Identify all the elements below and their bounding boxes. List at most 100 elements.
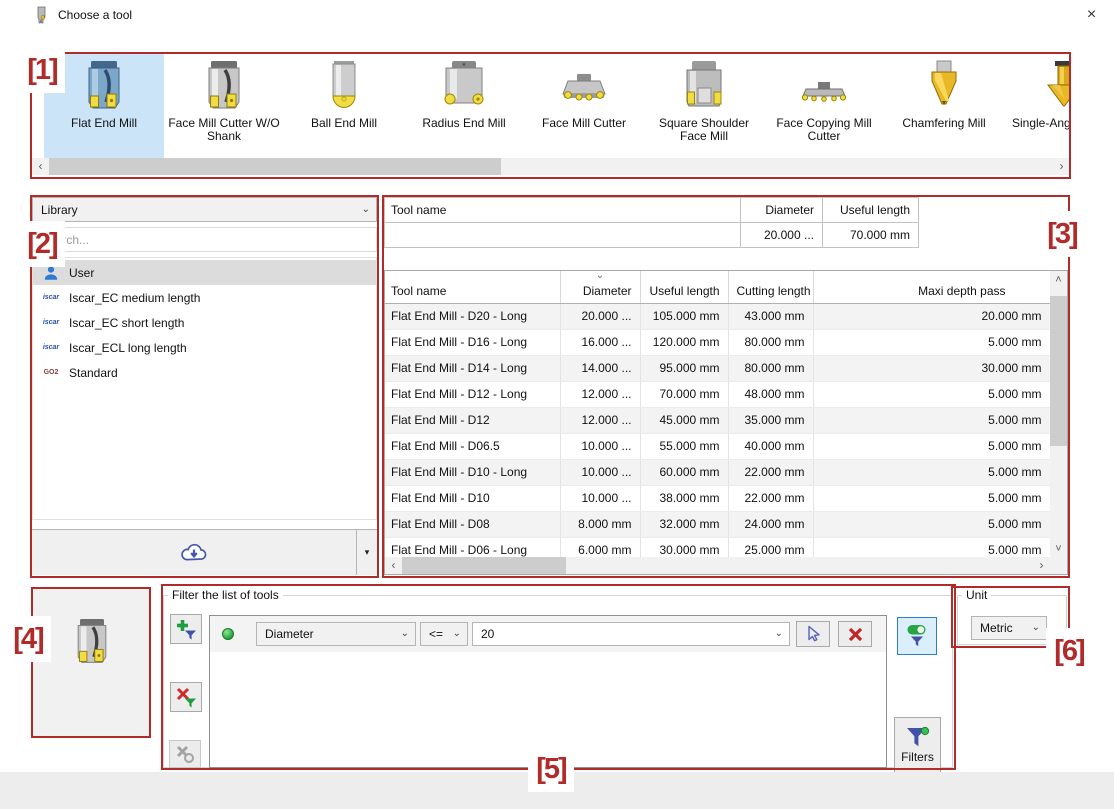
menu-arrow-icon: ▾ [365, 547, 370, 558]
library-item-iscar-ecl-long[interactable]: iscar Iscar_ECL long length [33, 335, 376, 360]
filter-value: 20 [481, 627, 494, 641]
unit-dropdown[interactable]: Metric ⌄ [971, 616, 1047, 640]
toggle-filter-button[interactable] [897, 617, 937, 655]
chevron-down-icon: ⌄ [453, 628, 461, 639]
tool-type-face-mill-cutter[interactable]: Face Mill Cutter [524, 54, 644, 158]
col-maxi-depth-pass[interactable]: Maxi depth pass [813, 271, 1050, 303]
tools-table-vertical-scrollbar[interactable]: ˄ ˅ [1050, 271, 1067, 557]
tool-type-chamfering-mill[interactable]: Chamfering Mill [884, 54, 1004, 158]
criteria-tool-name[interactable] [385, 223, 741, 248]
tool-type-strip: Flat End Mill Face Mill Cutter W/O Shank [32, 54, 1070, 175]
go2-logo-icon: GO2 [41, 369, 61, 376]
remove-filter-icon [176, 687, 197, 708]
tool-type-scroll-track[interactable] [49, 158, 1053, 175]
pick-value-button[interactable] [796, 621, 830, 647]
title-bar: Choose a tool × [0, 0, 1114, 30]
col-cutting-length[interactable]: Cutting length [728, 271, 813, 303]
col-tool-name[interactable]: Tool name [385, 198, 741, 223]
tool-row[interactable]: Flat End Mill - D12 - Long12.000 ...70.0… [385, 381, 1050, 407]
criteria-useful-length[interactable]: 70.000 mm [823, 223, 919, 248]
filter-field-dropdown[interactable]: Diameter ⌄ [256, 622, 416, 646]
chevron-down-icon: ⌄ [401, 628, 409, 639]
close-button[interactable]: × [1069, 0, 1114, 29]
col-diameter[interactable]: ⌄ Diameter [560, 271, 640, 303]
library-footer-menu-button[interactable]: ▾ [356, 530, 377, 575]
v-scroll-thumb[interactable] [1050, 296, 1067, 446]
library-item-label: Standard [69, 366, 118, 380]
tool-type-radius-end-mill[interactable]: Radius End Mill [404, 54, 524, 158]
col-useful-length[interactable]: Useful length [640, 271, 728, 303]
iscar-logo-icon: iscar [41, 344, 61, 351]
tool-row[interactable]: Flat End Mill - D20 - Long20.000 ...105.… [385, 303, 1050, 329]
tool-type-ball-end-mill[interactable]: Ball End Mill [284, 54, 404, 158]
add-filter-button[interactable] [170, 614, 202, 644]
search-input[interactable] [32, 227, 377, 252]
download-library-button[interactable] [32, 530, 356, 575]
tools-table-container: Tool name ⌄ Diameter Useful length Cutti… [384, 270, 1068, 575]
sort-descending-icon: ⌄ [596, 271, 604, 281]
tool-row[interactable]: Flat End Mill - D1010.000 ...38.000 mm22… [385, 485, 1050, 511]
tools-table-horizontal-scrollbar[interactable]: ‹ › [385, 557, 1050, 574]
tool-type-scrollbar[interactable]: ‹ › [32, 158, 1070, 175]
tool-row[interactable]: Flat End Mill - D10 - Long10.000 ...60.0… [385, 459, 1050, 485]
face-mill-cutter-icon [558, 60, 610, 114]
tool-type-label: Radius End Mill [404, 117, 524, 130]
col-tool-name[interactable]: Tool name [385, 271, 560, 303]
library-item-label: User [69, 266, 94, 280]
tool-row[interactable]: Flat End Mill - D1212.000 ...45.000 mm35… [385, 407, 1050, 433]
filters-button-label: Filters [901, 750, 934, 764]
tool-row[interactable]: Flat End Mill - D16 - Long16.000 ...120.… [385, 329, 1050, 355]
scroll-right-icon[interactable]: › [1033, 557, 1050, 574]
disabled-clear-icon [175, 744, 195, 764]
tool-type-single-angle-cutter[interactable]: Single-Angle Cutter [1004, 54, 1070, 158]
delete-filter-button[interactable] [838, 621, 872, 647]
library-item-iscar-ec-short[interactable]: iscar Iscar_EC short length [33, 310, 376, 335]
library-list: User iscar Iscar_EC medium length iscar … [32, 257, 377, 520]
scroll-up-icon[interactable]: ˄ [1050, 271, 1067, 288]
face-mill-cutter-wo-shank-icon [198, 60, 250, 114]
close-icon: × [1087, 6, 1096, 24]
filter-panel: Filter the list of tools Diameter ⌄ [163, 588, 953, 768]
filter-value-combobox[interactable]: 20 ⌄ [472, 622, 790, 646]
tool-type-square-shoulder-face-mill[interactable]: Square Shoulder Face Mill [644, 54, 764, 158]
library-item-label: Iscar_EC medium length [69, 291, 200, 305]
tool-type-flat-end-mill[interactable]: Flat End Mill [44, 54, 164, 158]
tool-row[interactable]: Flat End Mill - D06.510.000 ...55.000 mm… [385, 433, 1050, 459]
chamfering-mill-icon [918, 60, 970, 114]
filter-criteria-row[interactable]: 20.000 ... 70.000 mm [385, 223, 919, 248]
tool-row[interactable]: Flat End Mill - D14 - Long14.000 ...95.0… [385, 355, 1050, 381]
ball-end-mill-icon [318, 60, 370, 114]
col-useful-length[interactable]: Useful length [823, 198, 919, 223]
delete-filter-x-icon [848, 627, 863, 642]
tool-type-scroll-thumb[interactable] [49, 158, 501, 175]
filter-operator-dropdown[interactable]: <= ⌄ [420, 622, 468, 646]
cloud-download-icon [179, 541, 209, 564]
flat-end-mill-icon [78, 60, 130, 114]
unit-panel: Unit Metric ⌄ [957, 588, 1067, 645]
tool-type-label: Single-Angle Cutter [1004, 117, 1070, 130]
tool-row[interactable]: Flat End Mill - D06 - Long6.000 mm30.000… [385, 537, 1050, 557]
library-item-label: Iscar_ECL long length [69, 341, 187, 355]
v-scroll-track[interactable] [1050, 288, 1067, 540]
scroll-left-icon[interactable]: ‹ [385, 557, 402, 574]
tool-type-face-copying-mill-cutter[interactable]: Face Copying Mill Cutter [764, 54, 884, 158]
tool-row[interactable]: Flat End Mill - D088.000 mm32.000 mm24.0… [385, 511, 1050, 537]
h-scroll-thumb[interactable] [402, 557, 566, 574]
scroll-right-icon[interactable]: › [1053, 158, 1070, 175]
tool-type-face-mill-cutter-wo-shank[interactable]: Face Mill Cutter W/O Shank [164, 54, 284, 158]
remove-filter-button[interactable] [170, 682, 202, 712]
filter-row: Diameter ⌄ <= ⌄ 20 ⌄ [210, 616, 886, 652]
filter-enabled-dot-icon[interactable] [222, 628, 234, 640]
h-scroll-track[interactable] [402, 557, 1033, 574]
library-item-standard[interactable]: GO2 Standard [33, 360, 376, 385]
filters-button[interactable]: Filters [894, 717, 941, 773]
scroll-down-icon[interactable]: ˅ [1050, 540, 1067, 557]
library-dropdown[interactable]: Library ⌄ [32, 197, 377, 222]
criteria-diameter[interactable]: 20.000 ... [741, 223, 823, 248]
filter-panel-legend: Filter the list of tools [168, 588, 283, 602]
scroll-left-icon[interactable]: ‹ [32, 158, 49, 175]
col-diameter[interactable]: Diameter [741, 198, 823, 223]
library-item-user[interactable]: User [33, 260, 376, 285]
library-item-iscar-ec-medium[interactable]: iscar Iscar_EC medium length [33, 285, 376, 310]
filter-list: Diameter ⌄ <= ⌄ 20 ⌄ [209, 615, 887, 768]
